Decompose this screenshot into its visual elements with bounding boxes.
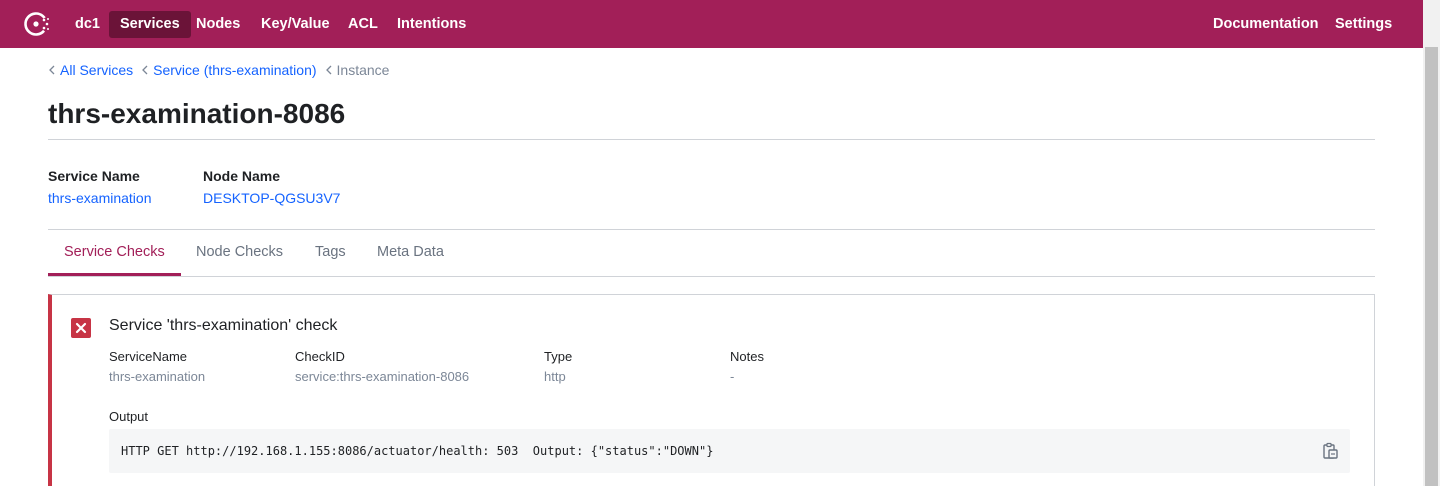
service-name-label: Service Name xyxy=(48,168,140,184)
fail-x-icon xyxy=(71,318,91,338)
check-field-type: Type http xyxy=(544,349,572,384)
nav-item-services[interactable]: Services xyxy=(109,11,191,38)
nav-item-nodes[interactable]: Nodes xyxy=(185,11,251,38)
title-divider xyxy=(48,139,1375,140)
breadcrumb-link-all-services[interactable]: All Services xyxy=(60,62,133,78)
breadcrumb: All Services Service (thrs-examination) … xyxy=(48,62,397,78)
page-title: thrs-examination-8086 xyxy=(48,98,346,129)
datacenter-selector[interactable]: dc1 xyxy=(64,11,111,38)
field-value: http xyxy=(544,369,566,384)
scrollbar-thumb[interactable] xyxy=(1425,47,1438,486)
nav-item-documentation[interactable]: Documentation xyxy=(1202,11,1330,38)
service-name-block: Service Name thrs-examination xyxy=(48,168,152,206)
tab-bar: Service Checks Node Checks Tags Meta Dat… xyxy=(48,230,1375,277)
breadcrumb-item-instance: Instance xyxy=(325,62,390,78)
tab-service-checks[interactable]: Service Checks xyxy=(48,230,181,276)
check-field-service-name: ServiceName thrs-examination xyxy=(109,349,205,384)
chevron-left-icon xyxy=(142,65,148,75)
top-navigation-bar: dc1 Services Nodes Key/Value ACL Intenti… xyxy=(0,0,1423,48)
field-label: ServiceName xyxy=(109,349,188,364)
node-name-link[interactable]: DESKTOP-QGSU3V7 xyxy=(203,190,340,206)
breadcrumb-item-all-services[interactable]: All Services xyxy=(48,62,133,78)
check-field-notes: Notes - xyxy=(730,349,764,384)
node-name-block: Node Name DESKTOP-QGSU3V7 xyxy=(203,168,340,206)
tab-meta-data[interactable]: Meta Data xyxy=(361,230,460,276)
field-value: - xyxy=(730,369,735,384)
nav-item-key-value[interactable]: Key/Value xyxy=(250,11,341,38)
output-box: HTTP GET http://192.168.1.155:8086/actua… xyxy=(109,429,1350,473)
breadcrumb-current: Instance xyxy=(336,62,390,78)
field-value: thrs-examination xyxy=(109,369,206,384)
node-name-label: Node Name xyxy=(203,168,281,184)
tab-tags[interactable]: Tags xyxy=(299,230,362,276)
check-title: Service 'thrs-examination' check xyxy=(109,317,338,334)
breadcrumb-link-service[interactable]: Service (thrs-examination) xyxy=(153,62,316,78)
nav-item-settings[interactable]: Settings xyxy=(1324,11,1403,38)
field-label: Type xyxy=(544,349,573,364)
field-label: Notes xyxy=(730,349,764,364)
chevron-left-icon xyxy=(325,65,331,75)
output-text: HTTP GET http://192.168.1.155:8086/actua… xyxy=(121,444,714,458)
consul-logo-icon[interactable] xyxy=(22,9,52,39)
output-label: Output xyxy=(109,409,149,424)
breadcrumb-item-service[interactable]: Service (thrs-examination) xyxy=(141,62,317,78)
check-field-check-id: CheckID service:thrs-examination-8086 xyxy=(295,349,469,384)
chevron-left-icon xyxy=(49,65,55,75)
service-name-link[interactable]: thrs-examination xyxy=(48,190,152,206)
field-value: service:thrs-examination-8086 xyxy=(295,369,470,384)
clipboard-copy-icon[interactable] xyxy=(1322,442,1338,460)
health-check-card: Service 'thrs-examination' check Service… xyxy=(48,294,1375,486)
nav-item-acl[interactable]: ACL xyxy=(337,11,389,38)
nav-item-intentions[interactable]: Intentions xyxy=(386,11,477,38)
tab-node-checks[interactable]: Node Checks xyxy=(180,230,299,276)
field-label: CheckID xyxy=(295,349,345,364)
